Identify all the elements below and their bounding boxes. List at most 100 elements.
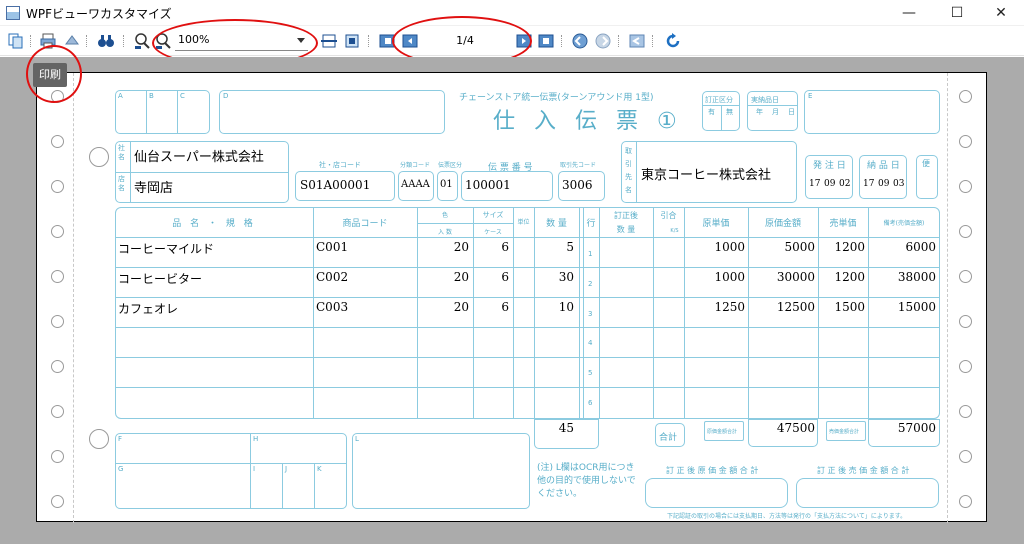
item-case: 6 bbox=[501, 240, 509, 254]
divider bbox=[282, 463, 283, 509]
col-iro: 色 bbox=[441, 212, 448, 219]
line-number: 5 bbox=[588, 369, 593, 377]
item-case: 6 bbox=[501, 300, 509, 314]
store-name: 寺岡店 bbox=[134, 181, 174, 196]
item-unit-price: 1200 bbox=[834, 270, 865, 284]
item-irisu: 20 bbox=[453, 300, 469, 314]
item-cost: 30000 bbox=[776, 270, 815, 284]
teisei-genka-gokei-field bbox=[645, 478, 788, 508]
label-d: D bbox=[223, 92, 229, 100]
bunrui-code-value: AAAA bbox=[401, 179, 430, 190]
item-unit-price: 1200 bbox=[834, 240, 865, 254]
label-torihiki-code: 取引先コード bbox=[560, 162, 597, 169]
label-mu: 無 bbox=[726, 108, 733, 116]
item-irisu: 20 bbox=[453, 240, 469, 254]
line-number: 1 bbox=[588, 250, 593, 258]
copy-icon[interactable] bbox=[7, 32, 25, 50]
divider bbox=[115, 463, 347, 464]
label-l: L bbox=[355, 435, 359, 443]
nohinbi-year: 17 bbox=[863, 179, 875, 189]
col-case: ケース bbox=[484, 229, 502, 236]
col-line bbox=[313, 207, 314, 419]
zoom-out-icon[interactable] bbox=[133, 32, 151, 50]
box-abc bbox=[115, 90, 210, 134]
label-yu: 有 bbox=[708, 108, 715, 116]
minimize-button[interactable]: — bbox=[886, 0, 932, 26]
table-header-line bbox=[115, 237, 940, 238]
col-line bbox=[599, 207, 600, 419]
label-h: H bbox=[253, 435, 259, 443]
col-line bbox=[513, 207, 514, 419]
fit-width-icon[interactable] bbox=[320, 32, 338, 50]
document-page: A B C D チェーンストア統一伝票(ターンアウンド用 1型) 仕 入 伝 票… bbox=[36, 72, 987, 523]
search-binoculars-icon[interactable] bbox=[97, 32, 115, 50]
col-hinmei: 品 名 ・ 規 格 bbox=[172, 219, 256, 229]
label-genka-gokei: 原価金額合計 bbox=[707, 429, 738, 435]
row-line bbox=[115, 387, 940, 388]
company-name: 仙台スーパー株式会社 bbox=[134, 150, 264, 165]
box-fghijk bbox=[115, 433, 347, 509]
exit-icon[interactable] bbox=[628, 32, 646, 50]
label-b: B bbox=[149, 92, 154, 100]
label-sha-ten-code: 社・店コード bbox=[319, 161, 361, 169]
total-qty: 45 bbox=[558, 421, 574, 435]
label-day: 日 bbox=[788, 108, 795, 116]
col-biko: 備考(売価金額) bbox=[883, 220, 925, 227]
label-gokei: 合計 bbox=[659, 433, 678, 443]
label-hacchubi: 発 注 日 bbox=[813, 161, 846, 171]
toolbar-separator bbox=[86, 35, 87, 47]
col-gyo: 行 bbox=[586, 219, 596, 229]
print-annotation-ellipse bbox=[26, 45, 82, 103]
divider bbox=[636, 141, 637, 203]
label-torihikisaki: 取引先名 bbox=[625, 147, 632, 194]
label-teisei-baika-gokei: 訂 正 後 売 価 金 額 合 計 bbox=[817, 466, 910, 475]
label-j: J bbox=[285, 465, 288, 473]
line-number: 6 bbox=[588, 399, 593, 407]
close-button[interactable]: ✕ bbox=[978, 0, 1024, 26]
item-unit-cost: 1000 bbox=[714, 270, 745, 284]
line-number: 4 bbox=[588, 339, 593, 347]
label-g: G bbox=[118, 465, 124, 473]
item-unit-cost: 1250 bbox=[714, 300, 745, 314]
item-name: カフェオレ bbox=[118, 302, 179, 316]
refresh-icon[interactable] bbox=[664, 32, 682, 50]
col-genka-tanka: 原単価 bbox=[702, 219, 730, 229]
label-jitsu-nohinbi: 実納品日 bbox=[751, 96, 779, 104]
label-f: F bbox=[118, 435, 123, 443]
hacchubi-month: 09 bbox=[824, 179, 836, 189]
supplier-name: 東京コーヒー株式会社 bbox=[641, 168, 772, 183]
item-code: C002 bbox=[316, 270, 349, 284]
label-c: C bbox=[180, 92, 185, 100]
box-l bbox=[352, 433, 530, 509]
col-size: サイズ bbox=[482, 211, 504, 219]
label-bunrui-code: 分類コード bbox=[400, 162, 431, 169]
torihiki-code-value: 3006 bbox=[562, 178, 593, 192]
back-icon[interactable] bbox=[571, 32, 589, 50]
label-baika-gokei: 売価金額合計 bbox=[829, 429, 860, 435]
last-page-icon[interactable] bbox=[537, 32, 555, 50]
label-teisei-genka-gokei: 訂 正 後 原 価 金 額 合 計 bbox=[666, 466, 759, 475]
hacchubi-year: 17 bbox=[809, 179, 821, 189]
nohinbi-month: 09 bbox=[878, 179, 890, 189]
divider bbox=[721, 105, 722, 131]
label-denpyo-kubun: 伝票区分 bbox=[438, 162, 463, 169]
toolbar-separator bbox=[30, 35, 31, 47]
box-d bbox=[219, 90, 445, 134]
maximize-button[interactable]: ☐ bbox=[934, 0, 980, 26]
total-price: 57000 bbox=[897, 421, 936, 435]
item-name: コーヒーマイルド bbox=[118, 242, 215, 256]
fit-page-icon[interactable] bbox=[343, 32, 361, 50]
toolbar-separator bbox=[561, 35, 562, 47]
divider bbox=[314, 463, 315, 509]
label-year: 年 bbox=[756, 108, 763, 116]
label-teisei-kubun: 訂正区分 bbox=[705, 96, 733, 104]
divider bbox=[177, 90, 178, 134]
row-line bbox=[115, 327, 940, 328]
forward-icon[interactable] bbox=[594, 32, 612, 50]
label-bin: 便 bbox=[922, 159, 930, 168]
denpyo-kubun-value: 01 bbox=[440, 179, 453, 190]
col-line bbox=[653, 207, 654, 419]
col-suryo: 数 量 bbox=[546, 219, 567, 229]
label-i: I bbox=[253, 465, 256, 473]
col-teisei-go: 訂正後 bbox=[614, 211, 638, 220]
